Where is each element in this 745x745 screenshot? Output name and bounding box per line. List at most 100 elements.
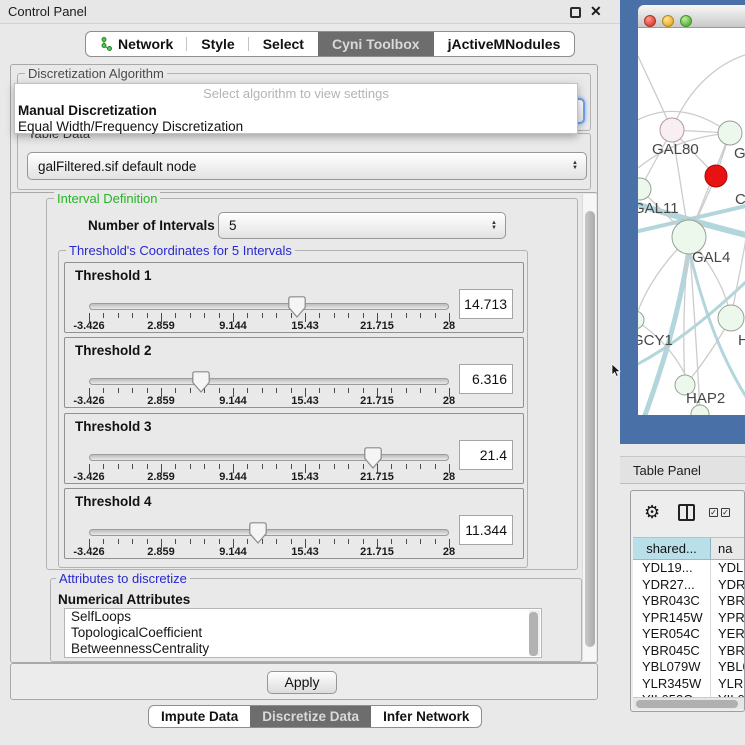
table-data-combobox[interactable]: galFiltered.sif default node ▲▼ [27,152,587,180]
tab-style[interactable]: Style [187,32,248,56]
threshold-label: Threshold 2 [75,343,152,358]
slider-tick [247,388,248,393]
network-node[interactable] [718,305,744,331]
attribute-item-betweennesscentrality[interactable]: BetweennessCentrality [65,641,541,657]
tab-select[interactable]: Select [249,32,318,56]
tab-cyni-toolbox[interactable]: Cyni Toolbox [318,32,434,56]
attributes-list-scrollbar-thumb[interactable] [529,612,538,656]
table-row[interactable]: YER054CYER0 [633,626,745,643]
algorithm-option-manual-discretization[interactable]: Manual Discretization [15,103,577,119]
close-traffic-light-icon[interactable] [644,15,656,27]
slider-scale-label: 2.859 [147,471,175,483]
table-cell[interactable]: YPR1 [711,610,745,627]
table-row[interactable]: YBR045CYBR0 [633,643,745,660]
attributes-list-scrollbar-track[interactable] [529,610,540,656]
threshold-4-value-input[interactable] [459,515,513,545]
table-cell[interactable]: YBL079W [633,659,711,676]
algorithm-popup-options: Manual DiscretizationEqual Width/Frequen… [15,103,577,134]
threshold-3-value-input[interactable] [459,440,513,470]
table-cell[interactable]: YLR345W [633,676,711,693]
checkbox-icon[interactable]: ✓ [709,508,718,517]
table-column-header-na[interactable]: na [711,538,745,559]
mode-tab-infer-network[interactable]: Infer Network [371,706,481,727]
threshold-2-slider-thumb[interactable] [192,371,210,393]
algorithm-popup-hint: Select algorithm to view settings [15,84,577,103]
table-cell[interactable]: YDR2 [711,577,745,594]
slider-scale-label: 21.715 [360,471,394,483]
network-window-titlebar[interactable] [638,5,745,28]
table-row[interactable]: YDL19...YDL1 [633,560,745,577]
apply-button[interactable]: Apply [267,671,337,694]
tab-jactivemnodules[interactable]: jActiveMNodules [434,32,575,56]
attribute-item-topologicalcoefficient[interactable]: TopologicalCoefficient [65,625,541,641]
slider-tick [147,388,148,393]
table-row[interactable]: YBR043CYBR0 [633,593,745,610]
attributes-group-title: Attributes to discretize [56,571,190,586]
network-node[interactable] [718,121,742,145]
table-cell[interactable]: YER054C [633,626,711,643]
tab-network[interactable]: Network [86,32,187,56]
slider-tick [175,388,176,393]
table-cell[interactable]: YBR0 [711,593,745,610]
table-cell[interactable]: YBR045C [633,643,711,660]
slider-tick [391,388,392,393]
threshold-2-value-input[interactable] [459,364,513,394]
number-of-intervals-combobox[interactable]: 5 ▲▼ [218,212,506,239]
network-node[interactable] [705,165,727,187]
zoom-traffic-light-icon[interactable] [680,15,692,27]
slider-tick [118,313,119,318]
threshold-3-slider-thumb[interactable] [364,447,382,469]
network-node-label: GCY1 [638,332,673,349]
slider-scale-label: 15.43 [291,320,319,332]
table-cell[interactable]: YLR3 [711,676,745,693]
mouse-cursor [611,364,621,377]
slider-tick [435,464,436,469]
network-node[interactable] [638,178,651,200]
table-cell[interactable]: YPR145W [633,610,711,627]
settings-vertical-scrollbar-thumb[interactable] [585,211,595,647]
spinner-icon: ▲▼ [491,221,497,231]
table-horizontal-scrollbar-thumb[interactable] [636,700,738,708]
slider-scale-label: -3.426 [73,395,104,407]
gear-icon[interactable]: ⚙ [644,502,660,523]
settings-vertical-scrollbar-track[interactable] [582,194,596,661]
threshold-1-slider-thumb[interactable] [288,296,306,318]
slider-scale-label: 2.859 [147,320,175,332]
table-cell[interactable]: YBR0 [711,643,745,660]
threshold-2-panel: Threshold 2-3.4262.8599.14415.4321.71528 [64,337,524,408]
table-horizontal-scrollbar-track[interactable] [633,697,744,709]
threshold-1-slider-track[interactable] [89,303,449,310]
threshold-2-slider-track[interactable] [89,378,449,385]
threshold-1-value-input[interactable] [459,289,513,319]
table-row[interactable]: YLR345WYLR3 [633,676,745,693]
table-cell[interactable]: YBR043C [633,593,711,610]
threshold-3-slider-track[interactable] [89,454,449,461]
table-row[interactable]: YDR27...YDR2 [633,577,745,594]
threshold-4-slider-thumb[interactable] [249,522,267,544]
threshold-4-slider-track[interactable] [89,529,449,536]
discretization-algorithm-group-title: Discretization Algorithm [25,66,167,81]
table-column-header-shared[interactable]: shared... [633,538,711,559]
slider-tick [118,539,119,544]
checkbox-icon[interactable]: ✓ [721,508,730,517]
table-cell[interactable]: YBL0 [711,659,745,676]
algorithm-option-equal-width-frequency-discretization[interactable]: Equal Width/Frequency Discretization [15,119,577,135]
network-node[interactable] [660,118,684,142]
float-window-icon[interactable] [570,7,581,18]
network-canvas[interactable]: GAL80GACGAL11GAL4GCY1HHAP2 [638,28,745,415]
table-cell[interactable]: YDL19... [633,560,711,577]
attribute-item-selfloops[interactable]: SelfLoops [65,609,541,625]
table-row[interactable]: YBL079WYBL0 [633,659,745,676]
minimize-traffic-light-icon[interactable] [662,15,674,27]
table-cell[interactable]: YER0 [711,626,745,643]
mode-tab-impute-data[interactable]: Impute Data [149,706,250,727]
table-row[interactable]: YPR145WYPR1 [633,610,745,627]
close-icon[interactable]: ✕ [590,3,602,20]
number-of-intervals-value: 5 [229,218,237,233]
network-node-label: GAL4 [692,249,730,266]
table-cell[interactable]: YDR27... [633,577,711,594]
table-cell[interactable]: YDL1 [711,560,745,577]
split-columns-icon[interactable] [678,504,695,521]
network-node-label: GAL80 [652,141,699,158]
mode-tab-discretize-data[interactable]: Discretize Data [250,706,371,727]
